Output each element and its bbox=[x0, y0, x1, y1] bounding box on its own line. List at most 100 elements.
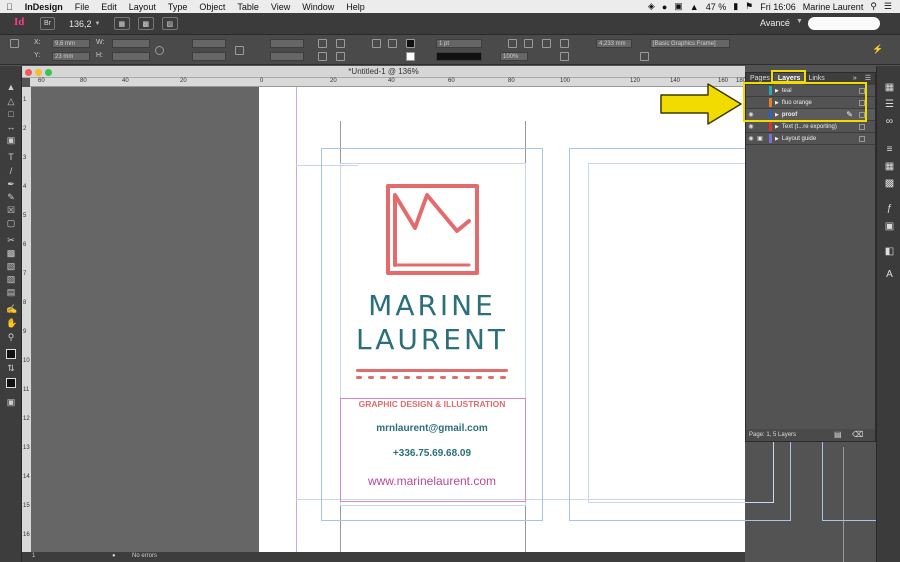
stroke-weight-field[interactable]: 1 pt bbox=[436, 39, 482, 48]
pencil-tool-icon[interactable]: ✎ bbox=[6, 192, 16, 202]
rotate-icon[interactable] bbox=[318, 39, 327, 48]
rotation-field[interactable] bbox=[270, 39, 304, 48]
effects-panel-icon[interactable]: ƒ bbox=[883, 203, 896, 214]
stroke-panel-icon[interactable]: ≡ bbox=[883, 144, 896, 155]
layer-visibility-icon[interactable]: ◉ bbox=[746, 123, 756, 130]
gradient-swatch-tool-icon[interactable]: ▧ bbox=[6, 261, 16, 271]
fill-color-icon[interactable] bbox=[6, 349, 16, 359]
width-field[interactable] bbox=[112, 39, 150, 48]
content-collector-icon[interactable]: ▣ bbox=[6, 135, 16, 145]
hand-tool-icon[interactable]: ✋ bbox=[6, 318, 17, 328]
ml-logo-icon[interactable] bbox=[385, 183, 480, 276]
gradient-feather-tool-icon[interactable]: ▨ bbox=[6, 274, 16, 284]
layer-visibility-icon[interactable]: ◉ bbox=[746, 135, 756, 142]
flag-icon[interactable]: ⚑ bbox=[745, 1, 753, 12]
layers-panel-icon[interactable]: ☰ bbox=[883, 99, 896, 110]
layer-expand-icon[interactable]: ▶ bbox=[775, 136, 779, 142]
menu-layout[interactable]: Layout bbox=[123, 2, 162, 12]
phone[interactable]: +336.75.69.68.09 bbox=[332, 448, 532, 459]
x-field[interactable]: 9,6 mm bbox=[52, 39, 90, 48]
fill-swatch[interactable] bbox=[406, 39, 415, 48]
text-wrap-panel-icon[interactable]: ▣ bbox=[883, 221, 896, 232]
menu-type[interactable]: Type bbox=[162, 2, 194, 12]
scissors-tool-icon[interactable]: ✂ bbox=[6, 235, 16, 245]
screen-mode-tool-icon[interactable]: ▣ bbox=[6, 397, 16, 407]
name-first-line[interactable]: MARINE bbox=[332, 289, 532, 322]
note-tool-icon[interactable]: ▤ bbox=[6, 287, 16, 297]
height-field[interactable] bbox=[112, 52, 150, 61]
name-second-line[interactable]: LAURENT bbox=[332, 323, 532, 356]
new-layer-icon[interactable]: ▤ bbox=[834, 430, 842, 439]
shear-field[interactable] bbox=[270, 52, 304, 61]
layer-row[interactable]: ◉ ▣ ▶ Layout guide bbox=[746, 133, 875, 145]
links-panel-icon[interactable]: ∞ bbox=[883, 116, 896, 127]
page-tool-icon[interactable]: □ bbox=[6, 109, 16, 119]
scale-x-field[interactable] bbox=[192, 39, 226, 48]
rectangle-tool-icon[interactable]: ▢ bbox=[6, 218, 16, 228]
spotlight-icon[interactable]: ⚲ bbox=[870, 1, 877, 12]
menu-window[interactable]: Window bbox=[296, 2, 340, 12]
selection-tool-icon[interactable]: ▲ bbox=[6, 82, 16, 92]
menu-file[interactable]: File bbox=[69, 2, 96, 12]
website[interactable]: www.marinelaurent.com bbox=[332, 474, 532, 488]
type-tool-icon[interactable]: T bbox=[6, 152, 16, 162]
sync-icon[interactable]: ● bbox=[662, 2, 667, 12]
email[interactable]: mrnlaurent@gmail.com bbox=[332, 423, 532, 434]
pasteboard[interactable] bbox=[31, 87, 259, 562]
screen-mode-icon[interactable]: ▩ bbox=[138, 17, 155, 30]
view-options-icon[interactable]: ▦ bbox=[114, 17, 131, 30]
lightning-icon[interactable]: ⚡ bbox=[872, 44, 883, 55]
workspace-switcher[interactable]: Avancé bbox=[760, 18, 790, 28]
stroke-type-field[interactable] bbox=[436, 52, 482, 61]
layer-select-square[interactable] bbox=[859, 135, 865, 142]
menu-view[interactable]: View bbox=[265, 2, 296, 12]
horizontal-ruler[interactable]: 60 80 40 20 0 20 40 60 80 100 120 140 160 180 bbox=[30, 78, 746, 87]
select-container-icon[interactable] bbox=[318, 52, 327, 61]
center-content-icon[interactable] bbox=[542, 39, 551, 48]
link-scale-icon[interactable] bbox=[235, 46, 244, 55]
select-next-icon[interactable] bbox=[388, 39, 397, 48]
swap-colors-icon[interactable]: ⇅ bbox=[6, 363, 16, 373]
bridge-button[interactable]: Br bbox=[40, 17, 55, 30]
workspace-dropdown-icon[interactable]: ▼ bbox=[796, 18, 803, 25]
fit-frame-icon[interactable] bbox=[524, 39, 533, 48]
layer-lock-icon[interactable]: ▣ bbox=[756, 135, 764, 142]
zoom-level[interactable]: 136,2 bbox=[69, 19, 92, 29]
layer-row[interactable]: ◉ ▶ Text (t...re exporting) bbox=[746, 121, 875, 133]
delete-layer-icon[interactable]: ⌫ bbox=[852, 430, 863, 439]
menu-object[interactable]: Object bbox=[193, 2, 231, 12]
constrain-proportions-icon[interactable] bbox=[155, 46, 164, 55]
user-name[interactable]: Marine Laurent bbox=[803, 2, 864, 12]
rectangle-frame-tool-icon[interactable]: ☒ bbox=[6, 205, 16, 215]
vertical-ruler[interactable]: 1 2 3 4 5 6 7 8 9 10 11 12 13 14 15 16 bbox=[22, 87, 31, 562]
clock[interactable]: Fri 16:06 bbox=[760, 2, 796, 12]
reference-point-icon[interactable] bbox=[10, 39, 19, 48]
pen-tool-icon[interactable]: ✒ bbox=[6, 179, 16, 189]
formatting-container-icon[interactable] bbox=[6, 378, 16, 388]
apple-icon[interactable]:  bbox=[0, 2, 19, 12]
notification-icon[interactable]: ☰ bbox=[884, 1, 892, 12]
scale-y-field[interactable] bbox=[192, 52, 226, 61]
menu-help[interactable]: Help bbox=[340, 2, 371, 12]
layer-select-square[interactable] bbox=[859, 123, 865, 130]
tagline[interactable]: GRAPHIC DESIGN & ILLUSTRATION bbox=[332, 399, 532, 409]
battery-percent[interactable]: 47 % bbox=[706, 2, 727, 12]
camera-icon[interactable]: ▣ bbox=[674, 1, 683, 12]
line-tool-icon[interactable]: / bbox=[6, 166, 16, 176]
pages-panel-icon[interactable]: ▦ bbox=[883, 82, 896, 93]
menu-table[interactable]: Table bbox=[231, 2, 265, 12]
stroke-swatch[interactable] bbox=[406, 52, 415, 61]
battery-icon[interactable]: ▮ bbox=[733, 1, 738, 12]
swatches-panel-icon[interactable]: ▦ bbox=[883, 161, 896, 172]
color-panel-icon[interactable]: ▩ bbox=[883, 178, 896, 189]
dropbox-icon[interactable]: ◈ bbox=[648, 1, 655, 12]
page-number-field[interactable]: 1 bbox=[32, 553, 35, 559]
object-style-field[interactable]: [Basic Graphics Frame] bbox=[650, 39, 730, 48]
menu-edit[interactable]: Edit bbox=[95, 2, 123, 12]
zoom-tool-icon[interactable]: ⚲ bbox=[6, 332, 16, 342]
arrange-documents-icon[interactable]: ▨ bbox=[162, 17, 179, 30]
effects-icon[interactable] bbox=[640, 52, 649, 61]
menu-indesign[interactable]: InDesign bbox=[19, 2, 69, 12]
y-field[interactable]: 23 mm bbox=[52, 52, 90, 61]
flip-icon[interactable] bbox=[336, 39, 345, 48]
